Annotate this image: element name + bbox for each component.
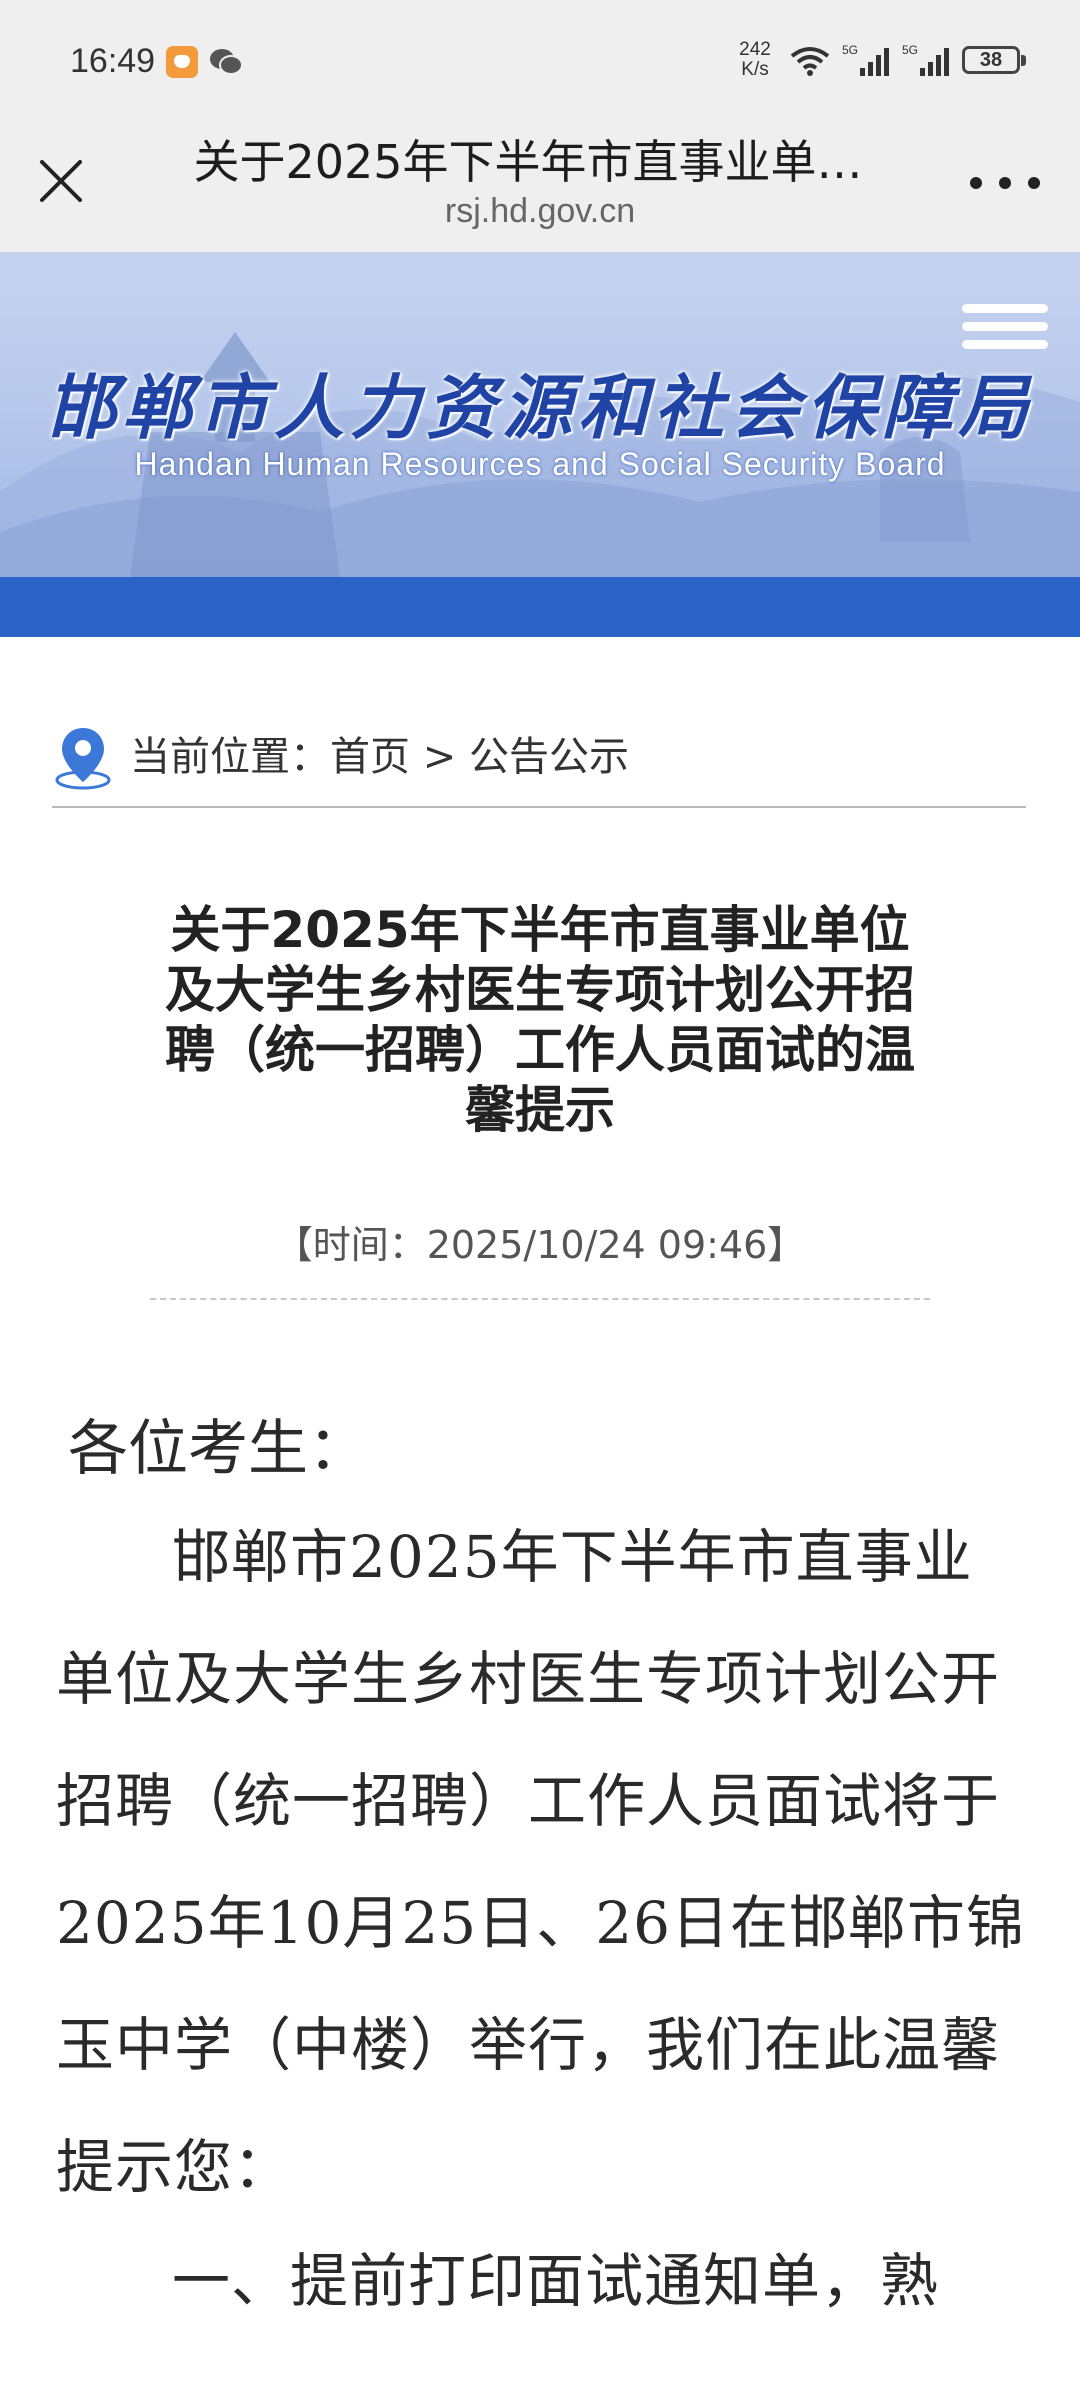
- breadcrumb-text[interactable]: 当前位置：首页 > 公告公示: [130, 724, 629, 782]
- signal-5g-icon: 5G: [842, 43, 889, 76]
- status-bar: 16:49 242 K/s 5G 5G 38: [0, 0, 1080, 120]
- banner-title-en: Handan Human Resources and Social Securi…: [134, 446, 946, 482]
- more-dot-icon: [1028, 177, 1040, 189]
- battery-icon: 38: [962, 46, 1026, 74]
- menu-bar: [962, 340, 1048, 349]
- location-pin-icon: [55, 728, 111, 790]
- more-options-button[interactable]: [970, 168, 1040, 198]
- site-banner: 邯郸市人力资源和社会保障局 Handan Human Resources and…: [0, 252, 1080, 577]
- menu-icon[interactable]: [962, 304, 1048, 354]
- svg-text:5G: 5G: [902, 43, 918, 57]
- paragraph: 一、提前打印面试通知单，熟: [172, 2247, 940, 2315]
- banner-title-cn: 邯郸市人力资源和社会保障局: [46, 366, 1034, 449]
- article-title: 关于2025年下半年市直事业单位及大学生乡村医生专项计划公开招聘（统一招聘）工作…: [165, 901, 915, 1139]
- menu-bar: [962, 304, 1048, 313]
- status-right-group: 242 K/s 5G 5G 38: [732, 38, 1026, 82]
- page-title: 关于2025年下半年市直事业单…: [193, 135, 863, 189]
- menu-bar: [962, 322, 1048, 331]
- paragraph: 邯郸市2025年下半年市直事业单位及大学生乡村医生专项计划公开招聘（统一招聘）工…: [56, 1523, 1026, 2201]
- net-speed: 242 K/s: [732, 40, 778, 80]
- more-dot-icon: [970, 177, 982, 189]
- net-speed-value: 242: [739, 39, 771, 60]
- breadcrumb: 当前位置：首页 > 公告公示: [52, 716, 1026, 808]
- wechat-icon: [210, 49, 243, 75]
- wifi-icon: [790, 47, 830, 76]
- more-dot-icon: [999, 177, 1011, 189]
- status-time: 16:49: [70, 42, 156, 80]
- salutation: 各位考生：: [68, 1414, 368, 1484]
- page-domain: rsj.hd.gov.cn: [444, 192, 636, 230]
- divider: [150, 1298, 930, 1300]
- signal-5g-icon: 5G: [902, 43, 949, 76]
- net-speed-unit: K/s: [741, 59, 769, 80]
- svg-text:5G: 5G: [842, 43, 858, 57]
- nav-bar: [0, 577, 1080, 637]
- article-time: 【时间：2025/10/24 09:46】: [274, 1223, 806, 1267]
- browser-title-bar: 关于2025年下半年市直事业单… rsj.hd.gov.cn: [0, 120, 1080, 252]
- taobao-app-icon: [166, 46, 198, 78]
